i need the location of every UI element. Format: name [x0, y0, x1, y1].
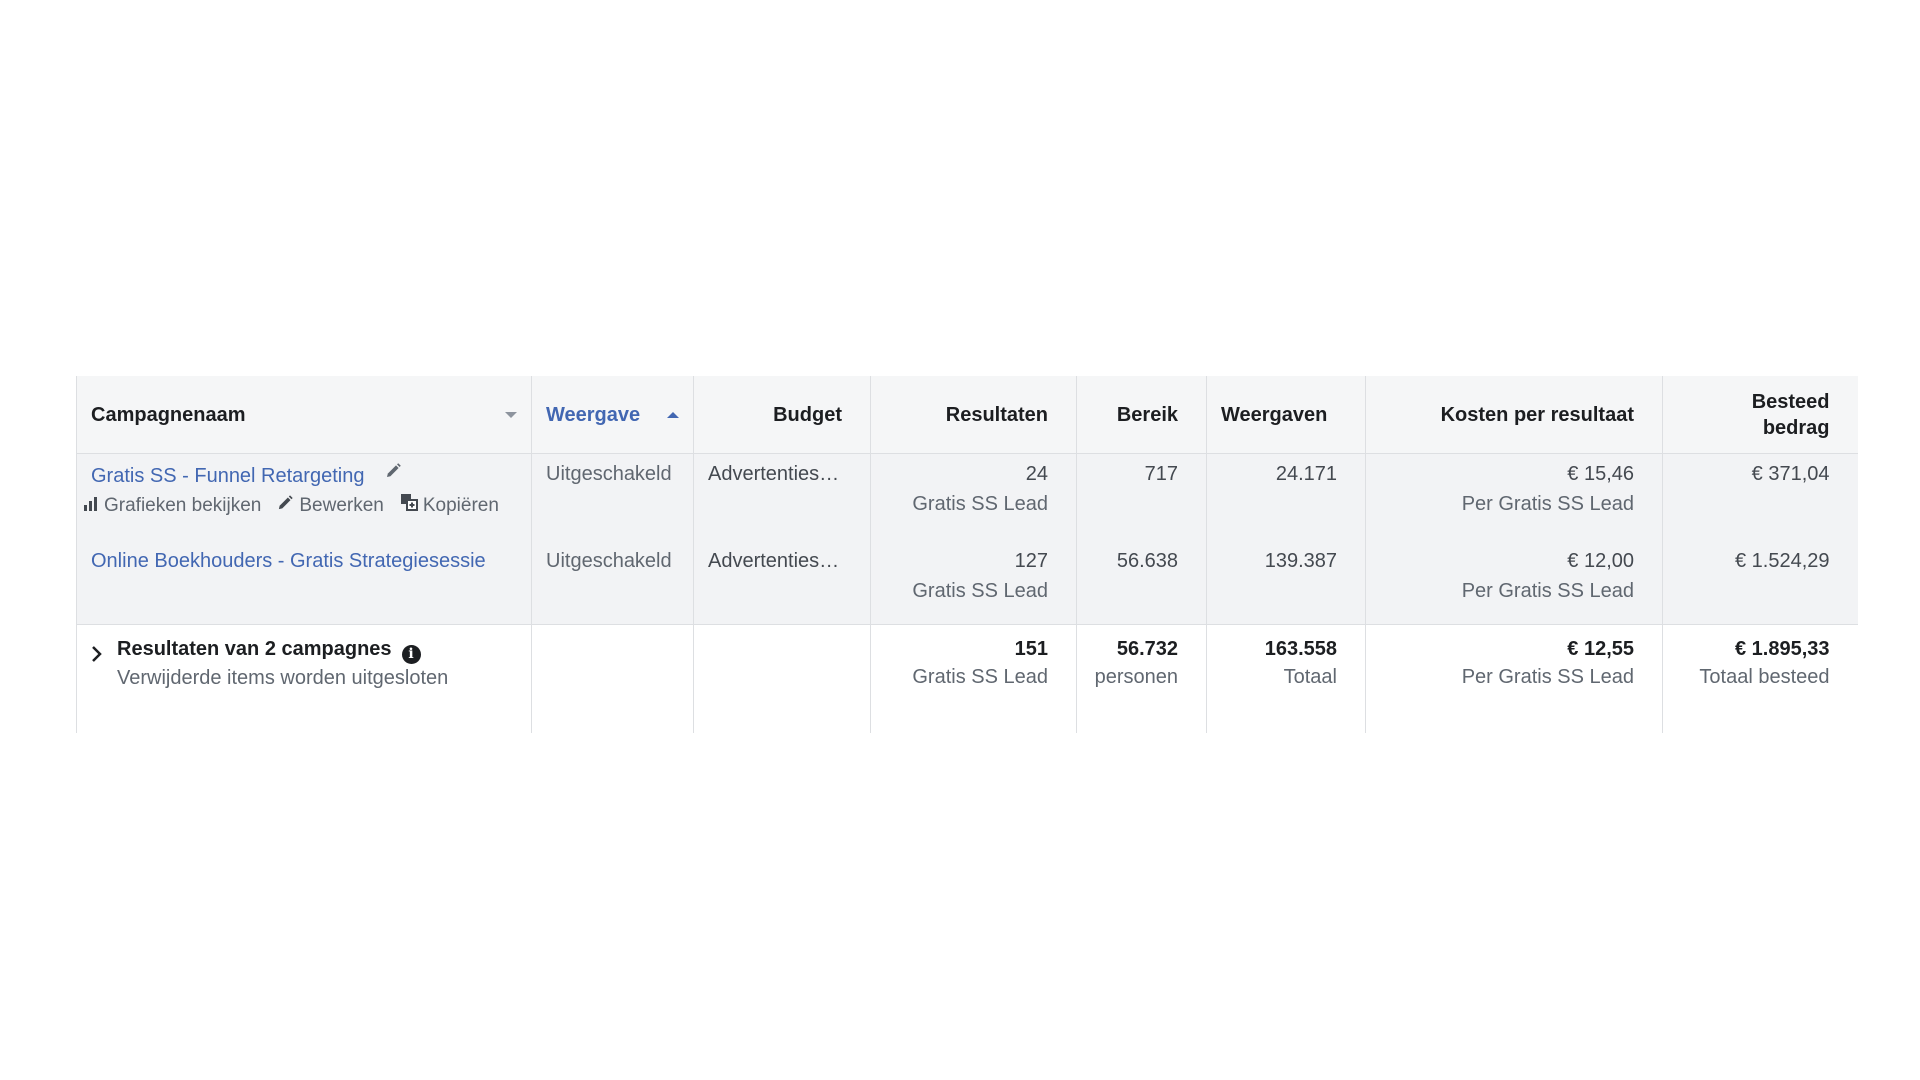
campaign-name-link[interactable]: Online Boekhouders - Gratis Strategieses…	[91, 550, 486, 572]
pencil-icon[interactable]	[384, 459, 402, 489]
impressions-cell: 24.171	[1206, 453, 1366, 538]
cost-per-result-value: € 15,46	[1567, 463, 1634, 485]
impressions-cell: 139.387	[1206, 537, 1366, 625]
view-charts-action[interactable]: Grafieken bekijken	[83, 491, 261, 521]
summary-results-cell: 151 Gratis SS Lead	[870, 624, 1077, 733]
column-header-amount-spent-label-line1: Besteed	[1751, 390, 1830, 413]
summary-cost-per-result-type: Per Gratis SS Lead	[1461, 666, 1634, 688]
table-header-row: Campagnenaam Weergave Budget Resultaten …	[76, 376, 1858, 454]
summary-delivery-cell	[531, 624, 694, 733]
duplicate-action[interactable]: Kopiëren	[400, 491, 499, 521]
delivery-cell: Uitgeschakeld	[531, 453, 694, 538]
column-header-results[interactable]: Resultaten	[870, 376, 1077, 454]
column-header-amount-spent-label-line2: bedrag	[1762, 416, 1830, 439]
column-header-delivery[interactable]: Weergave	[531, 376, 694, 454]
bar-chart-icon	[83, 491, 99, 521]
campaign-name-cell: Online Boekhouders - Gratis Strategieses…	[76, 537, 532, 625]
cost-per-result-value: € 12,00	[1567, 550, 1634, 572]
duplicate-label: Kopiëren	[422, 495, 499, 516]
column-header-reach-label: Bereik	[1116, 403, 1178, 426]
summary-title-cell: Resultaten van 2 campagnes i Verwijderde …	[76, 624, 532, 733]
column-header-impressions-label: Weergaven	[1221, 403, 1328, 426]
summary-impressions-cell: 163.558 Totaal	[1206, 624, 1366, 733]
campaign-name-cell: Gratis SS - Funnel Retargeting Grafieken…	[76, 453, 532, 538]
summary-results-value: 151	[1014, 638, 1048, 660]
budget-cell[interactable]: Advertentiese...	[693, 453, 871, 538]
campaigns-table-container: Campagnenaam Weergave Budget Resultaten …	[76, 376, 1858, 733]
summary-title: Resultaten van 2 campagnes	[117, 638, 392, 660]
campaign-name-link[interactable]: Gratis SS - Funnel Retargeting	[91, 465, 364, 487]
amount-spent-cell: € 371,04	[1662, 453, 1858, 538]
results-type: Gratis SS Lead	[912, 493, 1048, 515]
summary-reach-value: 56.732	[1116, 638, 1178, 660]
summary-amount-spent-cell: € 1.895,33 Totaal besteed	[1662, 624, 1858, 733]
chevron-right-icon[interactable]	[91, 643, 103, 671]
results-cell: 127 Gratis SS Lead	[870, 537, 1077, 625]
column-header-cost-per-result-label: Kosten per resultaat	[1440, 403, 1634, 426]
table-row[interactable]: Gratis SS - Funnel Retargeting Grafieken…	[76, 453, 1858, 538]
summary-cost-per-result-value: € 12,55	[1567, 638, 1634, 660]
column-header-reach[interactable]: Bereik	[1076, 376, 1207, 454]
summary-impressions-label: Totaal	[1283, 666, 1337, 688]
summary-amount-spent-value: € 1.895,33	[1734, 638, 1830, 660]
view-charts-label: Grafieken bekijken	[104, 495, 262, 516]
cost-per-result-type: Per Gratis SS Lead	[1461, 493, 1634, 515]
reach-cell: 717	[1076, 453, 1207, 538]
column-header-cost-per-result[interactable]: Kosten per resultaat	[1365, 376, 1663, 454]
sort-caret-down-icon[interactable]	[505, 411, 517, 418]
edit-label: Bewerken	[299, 495, 384, 516]
info-icon[interactable]: i	[401, 645, 421, 664]
column-header-results-label: Resultaten	[945, 403, 1048, 426]
results-value: 127	[1014, 550, 1048, 572]
cost-per-result-type: Per Gratis SS Lead	[1461, 580, 1634, 602]
summary-impressions-value: 163.558	[1264, 638, 1337, 660]
summary-row: Resultaten van 2 campagnes i Verwijderde …	[76, 624, 1858, 733]
results-cell: 24 Gratis SS Lead	[870, 453, 1077, 538]
summary-reach-cell: 56.732 personen	[1076, 624, 1207, 733]
column-header-delivery-label: Weergave	[546, 403, 641, 426]
campaigns-table: Campagnenaam Weergave Budget Resultaten …	[76, 376, 1858, 733]
results-type: Gratis SS Lead	[912, 580, 1048, 602]
delivery-cell: Uitgeschakeld	[531, 537, 694, 625]
cost-per-result-cell: € 15,46 Per Gratis SS Lead	[1365, 453, 1663, 538]
cost-per-result-cell: € 12,00 Per Gratis SS Lead	[1365, 537, 1663, 625]
summary-budget-cell	[693, 624, 871, 733]
row-actions: Grafieken bekijken Bewerken Kopiëren	[83, 491, 503, 521]
summary-results-type: Gratis SS Lead	[912, 666, 1048, 688]
budget-cell[interactable]: Advertentiese...	[693, 537, 871, 625]
table-row[interactable]: Online Boekhouders - Gratis Strategieses…	[76, 537, 1858, 625]
column-header-budget-label: Budget	[773, 403, 842, 426]
column-header-campaign-name-label: Campagnenaam	[91, 403, 246, 426]
sort-ascending-icon[interactable]	[667, 411, 679, 418]
summary-reach-unit: personen	[1094, 666, 1178, 688]
edit-action[interactable]: Bewerken	[277, 491, 384, 521]
duplicate-icon	[400, 491, 418, 521]
amount-spent-cell: € 1.524,29	[1662, 537, 1858, 625]
column-header-budget[interactable]: Budget	[693, 376, 871, 454]
column-header-campaign-name[interactable]: Campagnenaam	[76, 376, 532, 454]
pencil-icon	[277, 491, 294, 521]
column-header-amount-spent[interactable]: Besteed bedrag	[1662, 376, 1858, 454]
column-header-impressions[interactable]: Weergaven	[1206, 376, 1366, 454]
summary-amount-spent-label: Totaal besteed	[1699, 666, 1830, 688]
summary-subtitle: Verwijderde items worden uitgesloten	[117, 667, 449, 689]
results-value: 24	[1025, 463, 1048, 485]
reach-cell: 56.638	[1076, 537, 1207, 625]
summary-cost-per-result-cell: € 12,55 Per Gratis SS Lead	[1365, 624, 1663, 733]
